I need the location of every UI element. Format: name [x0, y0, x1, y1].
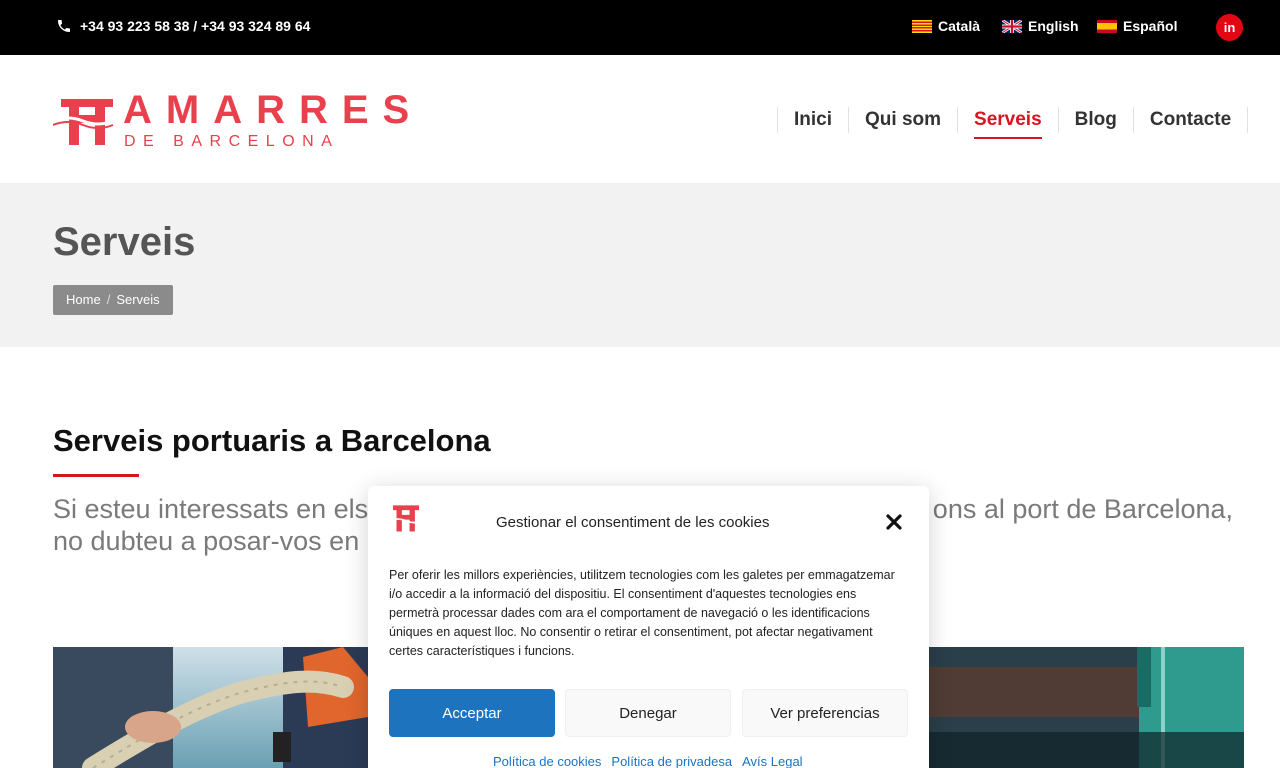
- lang-spanish[interactable]: Español: [1097, 18, 1177, 34]
- preferences-button[interactable]: Ver preferencias: [742, 689, 908, 737]
- intro-line1-right: ons al port de Barcelona,: [932, 494, 1233, 524]
- nav-inici[interactable]: Inici: [777, 107, 848, 133]
- service-image-hull[interactable]: [929, 647, 1244, 768]
- phone-icon: [58, 20, 70, 32]
- intro-line1-left: Si esteu interessats en els: [53, 494, 369, 524]
- phone-info[interactable]: +34 93 223 58 38 / +34 93 324 89 64: [56, 18, 310, 34]
- breadcrumb-home[interactable]: Home: [66, 285, 101, 315]
- lang-english[interactable]: English: [1002, 18, 1079, 34]
- privacy-policy-link[interactable]: Política de privadesa: [611, 754, 732, 768]
- modal-title: Gestionar el consentiment de les cookies: [496, 514, 770, 531]
- deny-button[interactable]: Denegar: [565, 689, 731, 737]
- lang-english-label: English: [1028, 18, 1079, 34]
- title-underline: [53, 474, 139, 477]
- site-header: AMARRES DE BARCELONA Inici Qui som Serve…: [0, 55, 1280, 183]
- nav-contacte[interactable]: Contacte: [1132, 107, 1249, 133]
- breadcrumb-current: Serveis: [116, 292, 160, 307]
- cookie-policy-link[interactable]: Política de cookies: [493, 754, 601, 768]
- legal-notice-link[interactable]: Avís Legal: [742, 754, 802, 768]
- spain-flag-icon: [1097, 19, 1117, 33]
- modal-logo-icon: [389, 505, 423, 532]
- modal-body-text: Per oferir les millors experiències, uti…: [389, 568, 895, 658]
- breadcrumb-separator: /: [106, 292, 111, 307]
- main-nav: Inici Qui som Serveis Blog Contacte: [777, 107, 1249, 139]
- linkedin-icon[interactable]: in: [1216, 14, 1243, 41]
- nav-blog[interactable]: Blog: [1057, 107, 1133, 133]
- phone-number: +34 93 223 58 38 / +34 93 324 89 64: [80, 18, 311, 34]
- intro-line2-left: no dubteu a posar-vos en: [53, 526, 360, 556]
- lang-spanish-label: Español: [1123, 18, 1178, 34]
- section-title: Serveis portuaris a Barcelona: [53, 423, 491, 458]
- page-title-band: Serveis Home / Serveis: [0, 183, 1280, 347]
- logo[interactable]: AMARRES DE BARCELONA: [53, 93, 463, 151]
- cookie-consent-modal: Gestionar el consentiment de les cookies…: [368, 486, 929, 768]
- linkedin-label: in: [1223, 20, 1236, 35]
- modal-links: Política de cookies Política de privades…: [493, 754, 803, 768]
- page-title: Serveis: [53, 220, 196, 264]
- logo-sub-text: DE BARCELONA: [124, 133, 339, 150]
- accept-button[interactable]: Acceptar: [389, 689, 555, 737]
- service-image-ropes[interactable]: [53, 647, 368, 768]
- uk-flag-icon: [1002, 19, 1022, 33]
- top-bar: +34 93 223 58 38 / +34 93 324 89 64 Cata…: [0, 0, 1280, 55]
- close-icon[interactable]: [884, 512, 904, 532]
- nav-qui-som[interactable]: Qui som: [848, 107, 957, 133]
- lang-catalan-label: Català: [938, 18, 981, 34]
- lang-catalan[interactable]: Català: [912, 18, 980, 34]
- catalan-flag-icon: [912, 19, 932, 33]
- logo-main-text: AMARRES: [123, 93, 423, 132]
- nav-serveis[interactable]: Serveis: [957, 107, 1058, 139]
- breadcrumb: Home / Serveis: [53, 285, 173, 315]
